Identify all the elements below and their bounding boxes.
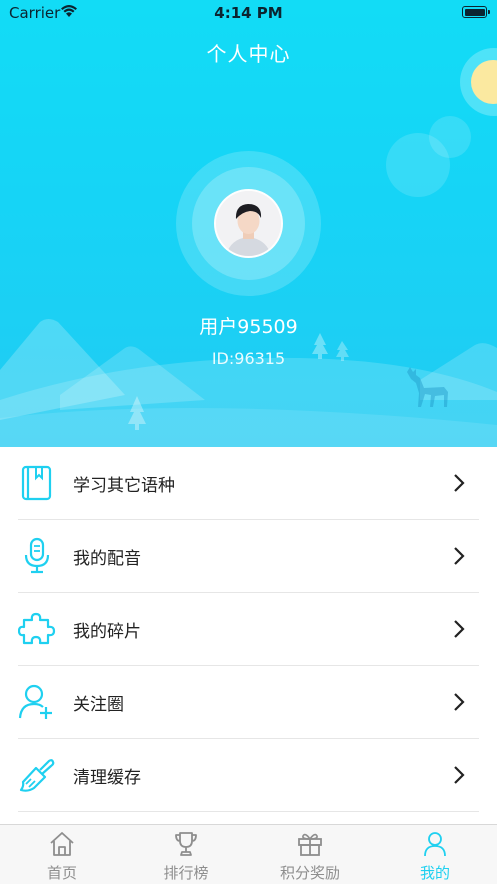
username: 用户95509 — [199, 316, 298, 338]
user-id: ID:96315 — [211, 349, 286, 368]
home-icon — [50, 832, 74, 856]
menu-item-my-dubbing[interactable]: 我的配音 — [18, 520, 479, 593]
tab-ranking[interactable]: 排行榜 — [124, 825, 248, 884]
tab-label: 积分奖励 — [279, 864, 340, 882]
puzzle-icon — [18, 612, 56, 645]
battery-icon — [462, 6, 490, 18]
tab-label: 我的 — [419, 864, 450, 882]
chevron-right-icon — [454, 474, 465, 492]
tab-label: 排行榜 — [163, 864, 209, 882]
cloud-bubble — [429, 116, 471, 158]
chevron-right-icon — [454, 547, 465, 565]
bottom-tab-bar: 首页 排行榜 积分奖励 我的 — [0, 824, 497, 884]
add-user-icon — [18, 684, 52, 719]
status-bar: Carrier 4:14 PM — [0, 0, 497, 26]
menu-item-learn-languages[interactable]: 学习其它语种 — [18, 447, 479, 520]
person-icon — [424, 832, 446, 857]
avatar-container[interactable] — [176, 151, 321, 296]
chevron-right-icon — [454, 693, 465, 711]
tab-points-rewards[interactable]: 积分奖励 — [248, 825, 372, 884]
menu-item-follow-circle[interactable]: 关注圈 — [18, 666, 479, 739]
menu-item-label: 关注圈 — [73, 695, 124, 715]
profile-menu: 学习其它语种 我的配音 我的碎片 关注圈 清理缓存 — [0, 447, 497, 812]
book-icon — [21, 465, 52, 501]
menu-item-label: 我的配音 — [73, 549, 141, 569]
menu-item-label: 学习其它语种 — [73, 476, 175, 496]
chevron-right-icon — [454, 766, 465, 784]
tab-home[interactable]: 首页 — [0, 825, 124, 884]
menu-item-label: 清理缓存 — [73, 768, 141, 788]
menu-item-label: 我的碎片 — [73, 622, 141, 642]
gift-icon — [298, 833, 322, 856]
menu-item-my-fragments[interactable]: 我的碎片 — [18, 593, 479, 666]
chevron-right-icon — [454, 620, 465, 638]
trophy-icon — [175, 832, 197, 856]
tab-mine[interactable]: 我的 — [373, 825, 497, 884]
avatar-portrait-image — [216, 191, 281, 256]
clock: 4:14 PM — [214, 4, 283, 22]
menu-item-clear-cache[interactable]: 清理缓存 — [18, 739, 479, 812]
profile-header: Carrier 4:14 PM 个人中心 用户95509 ID:96315 — [0, 0, 497, 447]
microphone-icon — [24, 537, 50, 574]
avatar[interactable] — [214, 189, 283, 258]
tab-label: 首页 — [46, 864, 77, 882]
page-title: 个人中心 — [206, 42, 291, 66]
brush-icon — [19, 759, 55, 792]
